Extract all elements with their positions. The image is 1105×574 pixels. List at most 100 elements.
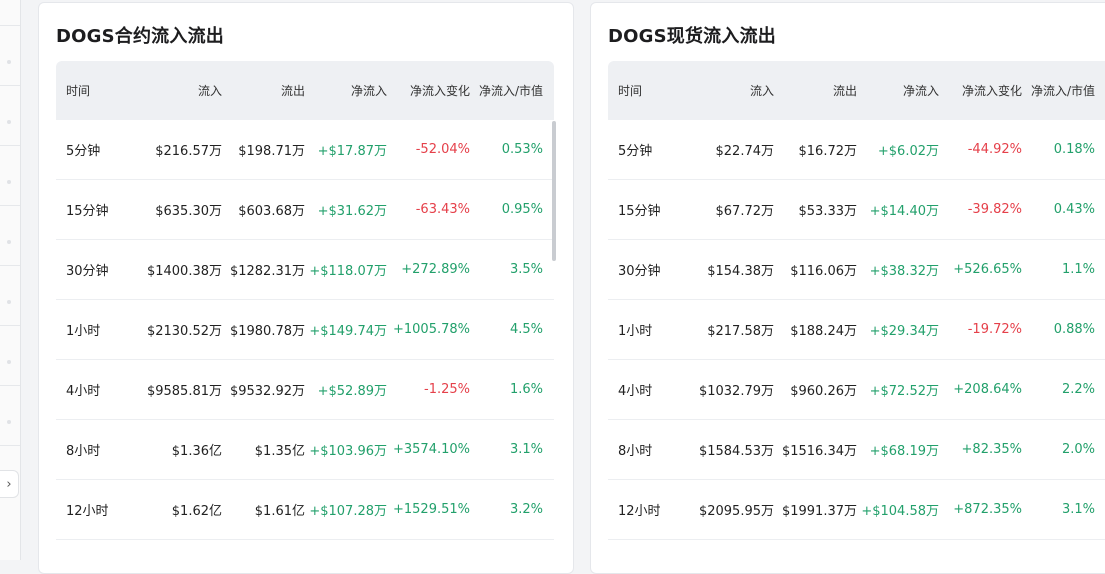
row-net-change: -39.82%: [967, 202, 1022, 217]
spot-flow-table: 时间 流入 流出 净流入 净流入变化 净流入/市值 5分钟 $22.74万 $16.…: [608, 61, 1105, 540]
row-net-change: +208.64%: [953, 382, 1022, 397]
row-outflow: $16.72万: [798, 144, 858, 159]
table-row[interactable]: 30分钟 $1400.38万 $1282.31万 +$118.07万 +272.89% 3…: [56, 240, 554, 300]
col-inflow-header[interactable]: 流入: [130, 82, 222, 99]
sidebar-dot: [7, 420, 11, 424]
row-time: 15分钟: [66, 204, 109, 219]
table-row[interactable]: 15分钟 $67.72万 $53.33万 +$14.40万 -39.82% 0.43%: [608, 180, 1105, 240]
table-row[interactable]: 12小时 $1.62亿 $1.61亿 +$107.28万 +1529.51% 3.2%: [56, 480, 554, 540]
card-title: DOGS合约流入流出: [56, 26, 224, 47]
row-net-ratio: 2.0%: [1061, 442, 1095, 457]
row-outflow: $9532.92万: [229, 384, 305, 399]
row-net-ratio: 3.5%: [509, 262, 543, 277]
row-inflow: $2095.95万: [698, 504, 774, 519]
row-net-inflow: +$38.32万: [869, 264, 939, 279]
row-net-change: -52.04%: [415, 142, 470, 157]
row-net-ratio: 0.43%: [1053, 202, 1095, 217]
row-outflow: $188.24万: [790, 324, 857, 339]
col-net-header[interactable]: 净流入: [857, 82, 939, 99]
row-net-inflow: +$6.02万: [877, 144, 939, 159]
sidebar-divider: [0, 265, 20, 266]
row-inflow: $154.38万: [707, 264, 774, 279]
table-header: 时间 流入 流出 净流入 净流入变化 净流入/市值: [56, 61, 554, 120]
table-scrollbar[interactable]: [552, 121, 556, 261]
row-time: 15分钟: [618, 204, 661, 219]
table-row[interactable]: 12小时 $2095.95万 $1991.37万 +$104.58万 +872.35% 3…: [608, 480, 1105, 540]
row-time: 1小时: [618, 324, 653, 339]
row-inflow: $1032.79万: [698, 384, 774, 399]
row-outflow: $1.61亿: [254, 504, 305, 519]
row-net-change: +1005.78%: [392, 322, 470, 337]
row-net-ratio: 0.53%: [501, 142, 543, 157]
row-outflow: $53.33万: [798, 204, 858, 219]
row-outflow: $1282.31万: [229, 264, 305, 279]
row-net-ratio: 4.5%: [509, 322, 543, 337]
table-row[interactable]: 15分钟 $635.30万 $603.68万 +$31.62万 -63.43% 0.95%: [56, 180, 554, 240]
row-inflow: $1584.53万: [698, 444, 774, 459]
row-net-ratio: 1.6%: [509, 382, 543, 397]
row-outflow: $1980.78万: [229, 324, 305, 339]
table-row[interactable]: 1小时 $217.58万 $188.24万 +$29.34万 -19.72% 0.88%: [608, 300, 1105, 360]
row-net-inflow: +$14.40万: [869, 204, 939, 219]
table-row[interactable]: 4小时 $9585.81万 $9532.92万 +$52.89万 -1.25% 1.6%: [56, 360, 554, 420]
spot-flow-card: DOGS现货流入流出 时间 流入 流出 净流入 净流入变化 净流入/市值 5分钟…: [590, 2, 1105, 574]
card-title: DOGS现货流入流出: [608, 26, 776, 47]
col-net-ratio-header[interactable]: 净流入/市值: [470, 82, 543, 99]
row-time: 12小时: [618, 504, 661, 519]
col-inflow-header[interactable]: 流入: [682, 82, 774, 99]
row-inflow: $1.62亿: [171, 504, 222, 519]
row-net-ratio: 0.18%: [1053, 142, 1095, 157]
col-time-header[interactable]: 时间: [56, 82, 130, 99]
row-net-inflow: +$17.87万: [317, 144, 387, 159]
row-inflow: $1.36亿: [171, 444, 222, 459]
sidebar-divider: [0, 85, 20, 86]
table-row[interactable]: 5分钟 $22.74万 $16.72万 +$6.02万 -44.92% 0.18%: [608, 120, 1105, 180]
row-net-inflow: +$52.89万: [317, 384, 387, 399]
row-net-inflow: +$29.34万: [869, 324, 939, 339]
row-net-change: -63.43%: [415, 202, 470, 217]
row-net-inflow: +$31.62万: [317, 204, 387, 219]
row-outflow: $1516.34万: [781, 444, 857, 459]
table-row[interactable]: 8小时 $1.36亿 $1.35亿 +$103.96万 +3574.10% 3.1%: [56, 420, 554, 480]
row-time: 5分钟: [66, 144, 101, 159]
row-net-change: +526.65%: [953, 262, 1022, 277]
col-net-ratio-header[interactable]: 净流入/市值: [1022, 82, 1095, 99]
col-time-header[interactable]: 时间: [608, 82, 682, 99]
row-outflow: $116.06万: [790, 264, 857, 279]
table-row[interactable]: 8小时 $1584.53万 $1516.34万 +$68.19万 +82.35% 2.0%: [608, 420, 1105, 480]
row-outflow: $960.26万: [790, 384, 857, 399]
row-time: 12小时: [66, 504, 109, 519]
row-net-ratio: 0.95%: [501, 202, 543, 217]
row-time: 4小时: [66, 384, 101, 399]
row-time: 1小时: [66, 324, 101, 339]
sidebar-dot: [7, 120, 11, 124]
row-time: 8小时: [66, 444, 101, 459]
row-net-change: +872.35%: [953, 502, 1022, 517]
sidebar-divider: [0, 445, 20, 446]
col-net-header[interactable]: 净流入: [305, 82, 387, 99]
chevron-right-icon[interactable]: ›: [0, 470, 19, 498]
row-net-inflow: +$107.28万: [309, 504, 387, 519]
row-net-change: +3574.10%: [392, 442, 470, 457]
table-row[interactable]: 1小时 $2130.52万 $1980.78万 +$149.74万 +1005.78% 4…: [56, 300, 554, 360]
col-outflow-header[interactable]: 流出: [222, 82, 305, 99]
row-inflow: $67.72万: [715, 204, 775, 219]
row-time: 5分钟: [618, 144, 653, 159]
row-inflow: $2130.52万: [146, 324, 222, 339]
sidebar-divider: [0, 325, 20, 326]
row-time: 4小时: [618, 384, 653, 399]
row-inflow: $216.57万: [155, 144, 222, 159]
sidebar-dot: [7, 60, 11, 64]
row-time: 8小时: [618, 444, 653, 459]
table-row[interactable]: 4小时 $1032.79万 $960.26万 +$72.52万 +208.64% 2.2%: [608, 360, 1105, 420]
row-net-inflow: +$118.07万: [309, 264, 387, 279]
table-row[interactable]: 30分钟 $154.38万 $116.06万 +$38.32万 +526.65% 1.1%: [608, 240, 1105, 300]
col-net-change-header[interactable]: 净流入变化: [387, 82, 470, 99]
col-net-change-header[interactable]: 净流入变化: [939, 82, 1022, 99]
row-net-inflow: +$149.74万: [309, 324, 387, 339]
col-outflow-header[interactable]: 流出: [774, 82, 857, 99]
row-outflow: $1.35亿: [254, 444, 305, 459]
row-net-inflow: +$72.52万: [869, 384, 939, 399]
table-body: 5分钟 $216.57万 $198.71万 +$17.87万 -52.04% 0.53% 1…: [56, 120, 554, 540]
table-row[interactable]: 5分钟 $216.57万 $198.71万 +$17.87万 -52.04% 0.53%: [56, 120, 554, 180]
